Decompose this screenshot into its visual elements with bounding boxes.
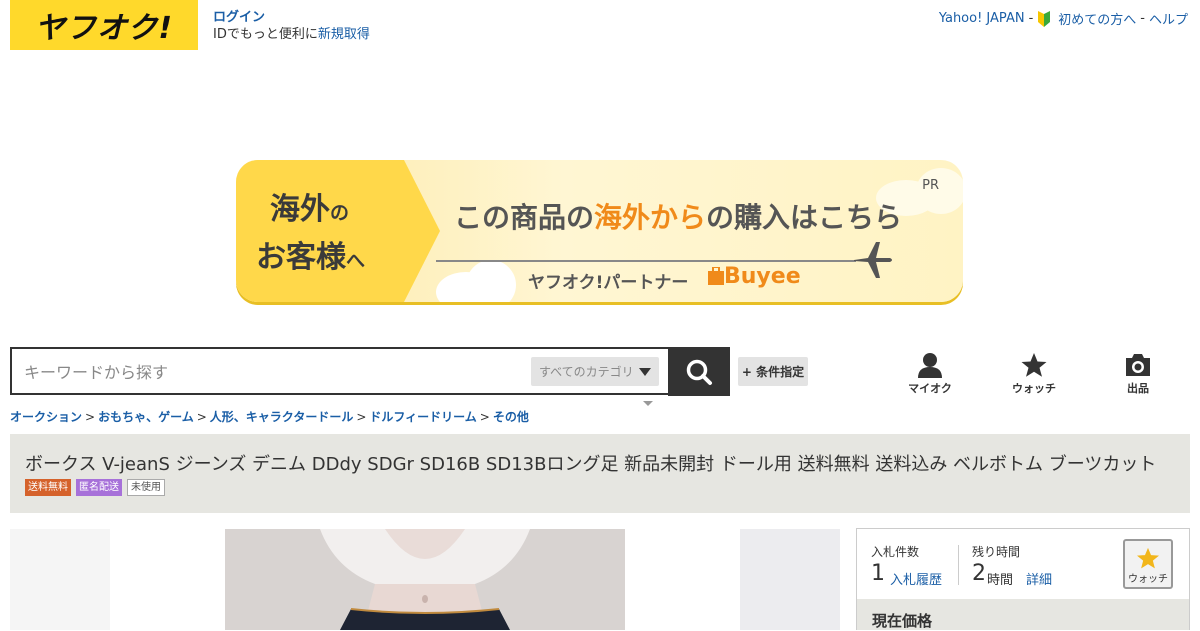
yahoo-japan-link[interactable]: Yahoo! JAPAN: [939, 11, 1025, 26]
category-select[interactable]: すべてのカテゴリ: [531, 357, 659, 386]
bid-count-label: 入札件数: [871, 545, 920, 559]
watch-button-label: ウォッチ: [1128, 574, 1168, 585]
item-badges: 送料無料 匿名配送 未使用: [25, 479, 165, 496]
myauction-nav[interactable]: マイオク: [895, 352, 965, 396]
current-price-band: 現在価格: [857, 599, 1189, 630]
watch-label: ウォッチ: [1012, 382, 1056, 395]
star-icon: [1021, 353, 1047, 377]
time-left-unit: 時間: [987, 573, 1014, 588]
search-box: すべてのカテゴリ: [10, 347, 728, 395]
logo-text: ヤフオク!: [34, 11, 174, 46]
beginner-link[interactable]: 初めての方へ: [1058, 9, 1136, 28]
search-input[interactable]: [22, 349, 526, 395]
condition-badge: 未使用: [127, 479, 165, 496]
breadcrumb-item[interactable]: 人形、キャラクタードール: [210, 410, 354, 424]
caret-down-icon: [639, 368, 651, 376]
item-title-band: ボークス V-jeanS ジーンズ デニム DDdy SDGr SD16B SD…: [10, 434, 1190, 513]
watch-button[interactable]: ウォッチ: [1123, 539, 1173, 589]
banner-partner-text: ヤフオク!パートナー: [528, 273, 689, 293]
pr-label: PR: [922, 178, 939, 193]
free-shipping-badge: 送料無料: [25, 479, 71, 496]
search-icon: [686, 359, 712, 385]
buyee-logo: Buyee: [708, 264, 801, 289]
banner-left-line2: お客様へ: [256, 240, 366, 275]
banner-left-panel: [236, 160, 404, 302]
item-photo-image: [225, 529, 625, 630]
banner-headline: この商品の海外からの購入はこちら: [454, 201, 903, 234]
help-link[interactable]: ヘルプ: [1149, 9, 1188, 28]
time-left-value: 2: [972, 561, 986, 586]
time-detail-link[interactable]: 詳細: [1026, 569, 1052, 588]
banner-left-tip: [404, 160, 440, 302]
breadcrumb-item[interactable]: オークション: [10, 410, 82, 424]
user-icon: [918, 353, 942, 378]
register-link[interactable]: 新規取得: [318, 27, 370, 42]
login-link[interactable]: ログイン: [213, 10, 265, 25]
airplane-icon: [854, 242, 892, 278]
breadcrumb-item[interactable]: その他: [493, 410, 529, 424]
bid-info-panel: 入札件数 1 入札履歴 残り時間 2 時間 詳細 ウォッチ 現在価格: [856, 528, 1190, 630]
myauction-label: マイオク: [908, 382, 952, 395]
bid-history-link[interactable]: 入札履歴: [890, 569, 942, 588]
divider: [958, 545, 959, 585]
watch-nav[interactable]: ウォッチ: [999, 352, 1069, 396]
separator: -: [1028, 11, 1034, 26]
login-area: ログイン IDでもっと便利に新規取得: [213, 9, 370, 43]
sell-label: 出品: [1127, 382, 1149, 395]
item-main-photo[interactable]: [225, 529, 625, 630]
banner-left-line1: 海外の: [270, 192, 350, 227]
banner-flight-line: [436, 260, 856, 262]
breadcrumb-item[interactable]: おもちゃ、ゲーム: [98, 410, 194, 424]
camera-icon: [1126, 354, 1150, 376]
breadcrumb: オークション > おもちゃ、ゲーム > 人形、キャラクタードール > ドルフィードリーム > そ…: [10, 410, 529, 424]
separator: -: [1140, 11, 1145, 26]
breadcrumb-item[interactable]: ドルフィードリーム: [369, 410, 476, 424]
item-title: ボークス V-jeanS ジーンズ デニム DDdy SDGr SD16B SD…: [25, 454, 1157, 475]
gallery-thumbnail-prev[interactable]: [10, 529, 110, 630]
top-links: Yahoo! JAPAN - 初めての方へ - ヘルプ: [939, 9, 1188, 28]
login-sub-text: IDでもっと便利に: [213, 27, 318, 42]
star-icon: [1137, 547, 1159, 569]
time-left-label: 残り時間: [972, 545, 1021, 559]
advanced-search-button[interactable]: + 条件指定: [738, 357, 808, 386]
gallery-thumbnail-next[interactable]: [740, 529, 840, 630]
category-select-label: すべてのカテゴリ: [539, 365, 634, 379]
buyee-bag-icon: [708, 266, 724, 285]
search-button[interactable]: [668, 347, 730, 396]
beginner-mark-icon: [1037, 10, 1051, 27]
current-price-label: 現在価格: [872, 612, 933, 630]
sell-nav[interactable]: 出品: [1103, 352, 1173, 396]
caret-down-icon: [643, 401, 653, 406]
bid-count-value: 1: [871, 561, 885, 586]
buyee-banner[interactable]: 海外の お客様へ この商品の海外からの購入はこちら PR ヤフオク!パートナー …: [236, 160, 963, 302]
anonymous-delivery-badge: 匿名配送: [76, 479, 122, 496]
yahuoku-logo[interactable]: ヤフオク!: [10, 0, 198, 50]
